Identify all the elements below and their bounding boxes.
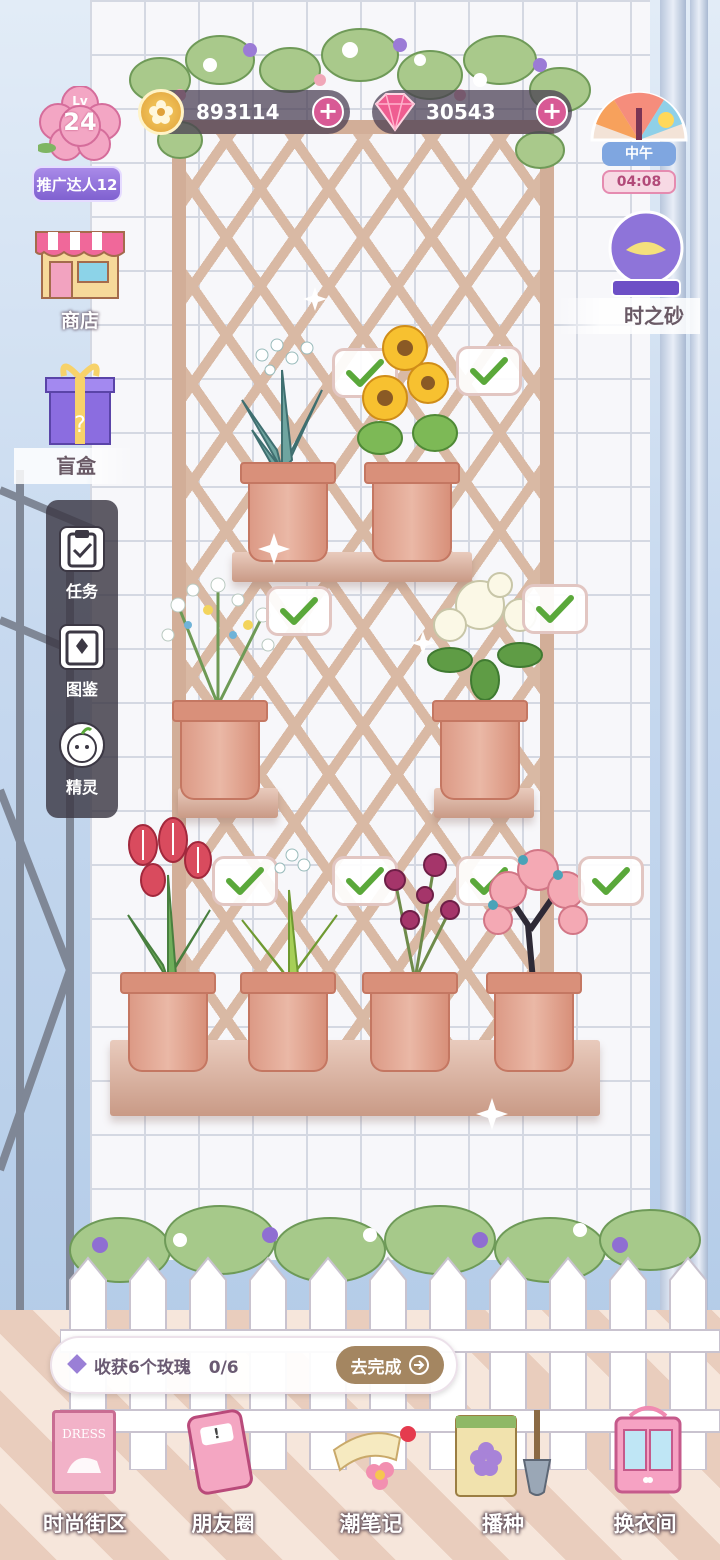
side-item-label: 精灵 xyxy=(65,778,98,797)
nav-label: 播种 xyxy=(482,1512,524,1536)
nav-label: 潮笔记 xyxy=(339,1512,403,1536)
day-dial-icon xyxy=(590,91,688,142)
dress-card-icon: DRESS xyxy=(52,1410,116,1494)
arrow-circle-icon xyxy=(408,1355,429,1375)
task-bar[interactable]: 收获6个玫瑰 0/6 去完成 xyxy=(50,1336,458,1394)
shop-icon xyxy=(35,231,125,299)
coin-icon xyxy=(138,89,184,135)
time-clock: 04:08 xyxy=(602,170,676,194)
nav-notes[interactable]: 潮笔记 xyxy=(306,1400,436,1550)
task-description: 收获6个玫瑰 xyxy=(94,1358,191,1378)
level-prefix: Lv xyxy=(72,94,88,108)
go-complete-button[interactable]: 去完成 xyxy=(336,1346,444,1384)
svg-text:?: ? xyxy=(74,413,86,438)
blindbox-label: 盲盒 xyxy=(14,448,134,484)
card-book-icon xyxy=(59,624,105,670)
add-coins-button[interactable]: + xyxy=(312,96,344,128)
wardrobe-icon xyxy=(614,1406,682,1494)
time-widget[interactable]: 中午 04:08 xyxy=(586,84,692,196)
go-complete-label: 去完成 xyxy=(350,1357,402,1378)
gems-value: 30543 xyxy=(426,100,496,124)
hourglass-button[interactable]: 时之砂 xyxy=(558,204,700,334)
task-text: 收获6个玫瑰 0/6 xyxy=(94,1353,239,1378)
hourglass-label: 时之砂 xyxy=(558,298,700,334)
nav-label: 换衣间 xyxy=(613,1512,677,1536)
shop-label: 商店 xyxy=(60,310,99,332)
blindbox-button[interactable]: ? 盲盒 xyxy=(14,356,134,484)
side-item-tasks[interactable]: 任务 xyxy=(46,526,118,602)
note-flower-icon xyxy=(332,1426,416,1490)
level-badge[interactable]: Lv 24 xyxy=(36,85,122,162)
title-badge[interactable]: 推广达人12 xyxy=(32,166,122,202)
nav-friends[interactable]: ! 朋友圈 xyxy=(158,1400,288,1550)
diamond-bullet-icon xyxy=(67,1354,87,1374)
gift-box-icon: ? xyxy=(45,363,115,445)
seed-packet-icon xyxy=(455,1410,552,1497)
dress-card-text: DRESS xyxy=(62,1427,106,1441)
side-menu: 任务 图鉴 精灵 xyxy=(46,500,118,818)
snow-globe-icon xyxy=(608,210,684,297)
side-item-collection[interactable]: 图鉴 xyxy=(46,624,118,700)
time-period: 中午 xyxy=(602,142,676,166)
add-gems-button[interactable]: + xyxy=(536,96,568,128)
nav-wardrobe[interactable]: 换衣间 xyxy=(580,1400,710,1550)
nav-fashion-street[interactable]: DRESS 时尚街区 xyxy=(20,1400,150,1550)
nav-label: 朋友圈 xyxy=(191,1512,255,1536)
phone-icon: ! xyxy=(185,1407,255,1497)
level-value: 24 xyxy=(63,108,97,136)
side-item-sprite[interactable]: 精灵 xyxy=(46,722,118,798)
nav-sow[interactable]: 播种 xyxy=(438,1400,568,1550)
sprite-icon xyxy=(59,722,105,768)
nav-label: 时尚街区 xyxy=(43,1512,127,1536)
side-item-label: 图鉴 xyxy=(65,680,98,699)
task-progress: 0/6 xyxy=(208,1358,239,1378)
shop-button[interactable]: 商店 xyxy=(28,222,132,338)
clipboard-check-icon xyxy=(59,526,105,572)
side-item-label: 任务 xyxy=(65,582,98,601)
coins-value: 893114 xyxy=(196,100,280,124)
gem-icon xyxy=(374,93,416,132)
